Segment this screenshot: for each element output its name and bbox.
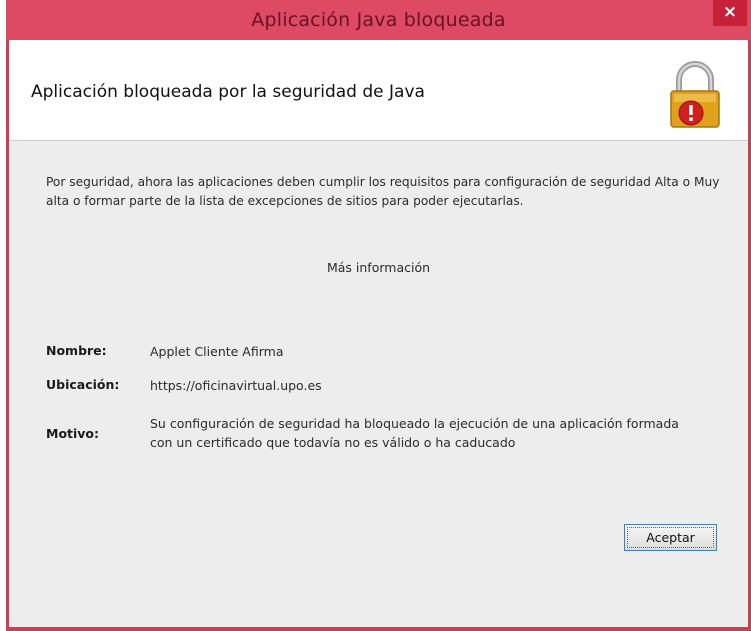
name-value: Applet Cliente Afirma [150,344,284,359]
close-button[interactable]: × [713,0,747,26]
window-title: Aplicación Java bloqueada [251,9,506,31]
location-label: Ubicación: [46,377,120,392]
reason-value: Su configuración de seguridad ha bloquea… [150,416,679,450]
dialog-window: Aplicación Java bloqueada × Aplicación b… [6,0,751,631]
close-icon: × [722,2,738,22]
dialog-content: Aplicación bloqueada por la seguridad de… [9,40,748,627]
name-label: Nombre: [46,343,107,358]
reason-label: Motivo: [46,426,100,441]
lock-warning-icon [670,61,720,128]
more-info-link[interactable]: Más información [9,260,748,275]
header-title: Aplicación bloqueada por la seguridad de… [31,82,425,102]
title-bar[interactable]: Aplicación Java bloqueada × [6,0,751,40]
location-value: https://oficinavirtual.upo.es [150,378,322,393]
dialog-header: Aplicación bloqueada por la seguridad de… [9,40,748,141]
security-message: Por seguridad, ahora las aplicaciones de… [46,175,720,208]
ok-button[interactable]: Aceptar [624,524,717,551]
